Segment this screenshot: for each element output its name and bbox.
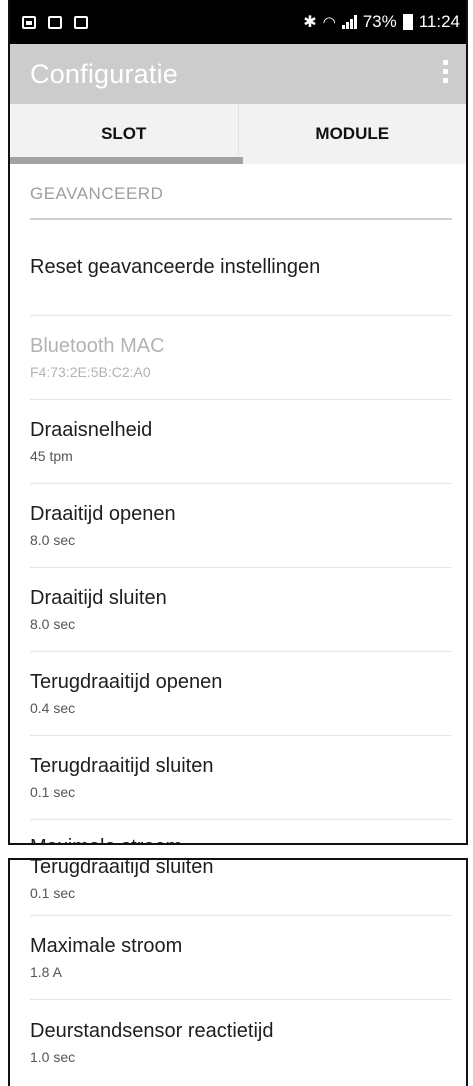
setting-title: Draaitijd sluiten [30, 587, 167, 609]
setting-draaitijd-openen[interactable]: Draaitijd openen 8.0 sec [30, 484, 452, 568]
tab-slot[interactable]: SLOT [10, 104, 238, 164]
tab-indicator [10, 157, 243, 164]
mail-notification-icon [74, 15, 88, 29]
setting-deurstandsensor-reactietijd[interactable]: Deurstandsensor reactietijd 1.0 sec [30, 1000, 452, 1084]
setting-reset-advanced[interactable]: Reset geavanceerde instellingen [30, 220, 452, 316]
setting-value: 1.8 A [30, 964, 62, 980]
tab-bar: SLOT MODULE [10, 104, 466, 164]
setting-terugdraaitijd-sluiten[interactable]: Terugdraaitijd sluiten 0.1 sec [30, 858, 452, 916]
bluetooth-icon: ✱ [303, 14, 317, 31]
setting-title: Maximale stroom [30, 935, 183, 957]
setting-value: 1.0 sec [30, 1048, 76, 1065]
tab-module[interactable]: MODULE [237, 104, 467, 164]
battery-percent: 73% [362, 12, 397, 31]
setting-draaitijd-sluiten[interactable]: Draaitijd sluiten 8.0 sec [30, 568, 452, 652]
setting-draaisnelheid[interactable]: Draaisnelheid 45 tpm [30, 400, 452, 484]
clock: 11:24 [418, 12, 460, 31]
page-title: Configuratie [30, 58, 178, 89]
setting-value: 0.4 sec [30, 700, 76, 716]
setting-title: Maximale stroom [30, 836, 452, 843]
setting-title: Terugdraaitijd sluiten [30, 755, 214, 777]
signal-icon [341, 15, 357, 29]
wifi-icon: ◠ [322, 14, 336, 31]
battery-icon [402, 14, 413, 30]
image-notification-icon [22, 15, 36, 29]
setting-value: 45 tpm [30, 448, 73, 464]
screenshot-top: ✱ ◠ 73% 11:24 Configuratie SLOT MODULE G… [8, 0, 468, 845]
setting-title: Draaitijd openen [30, 503, 176, 525]
screenshot-bottom: Terugdraaitijd sluiten 0.1 sec Maximale … [8, 858, 468, 1086]
setting-title: Bluetooth MAC [30, 335, 165, 357]
setting-title: Terugdraaitijd openen [30, 671, 223, 693]
settings-list: Reset geavanceerde instellingen Bluetoot… [30, 220, 452, 843]
setting-terugdraaitijd-sluiten[interactable]: Terugdraaitijd sluiten 0.1 sec [30, 736, 452, 820]
status-bar: ✱ ◠ 73% 11:24 [10, 0, 466, 44]
setting-title: Draaisnelheid [30, 419, 153, 441]
setting-maximale-stroom[interactable]: Maximale stroom [30, 820, 452, 843]
setting-value: 8.0 sec [30, 532, 76, 548]
setting-title: Deurstandsensor reactietijd [30, 1019, 274, 1042]
settings-list-scrolled: Terugdraaitijd sluiten 0.1 sec Maximale … [30, 858, 452, 1084]
sms-notification-icon [48, 15, 62, 29]
app-bar: Configuratie [10, 44, 466, 104]
setting-maximale-stroom[interactable]: Maximale stroom 1.8 A [30, 916, 452, 1000]
setting-title: Terugdraaitijd sluiten [30, 858, 214, 878]
overflow-menu-icon[interactable] [443, 60, 448, 83]
section-header-advanced: GEAVANCEERD [30, 164, 452, 220]
setting-terugdraaitijd-openen[interactable]: Terugdraaitijd openen 0.4 sec [30, 652, 452, 736]
setting-bluetooth-mac: Bluetooth MAC F4:73:2E:5B:C2:A0 [30, 316, 452, 400]
setting-value: 0.1 sec [30, 784, 76, 800]
setting-value: F4:73:2E:5B:C2:A0 [30, 364, 151, 380]
setting-value: 0.1 sec [30, 885, 76, 901]
setting-value: 8.0 sec [30, 616, 76, 632]
setting-title: Reset geavanceerde instellingen [30, 256, 321, 278]
